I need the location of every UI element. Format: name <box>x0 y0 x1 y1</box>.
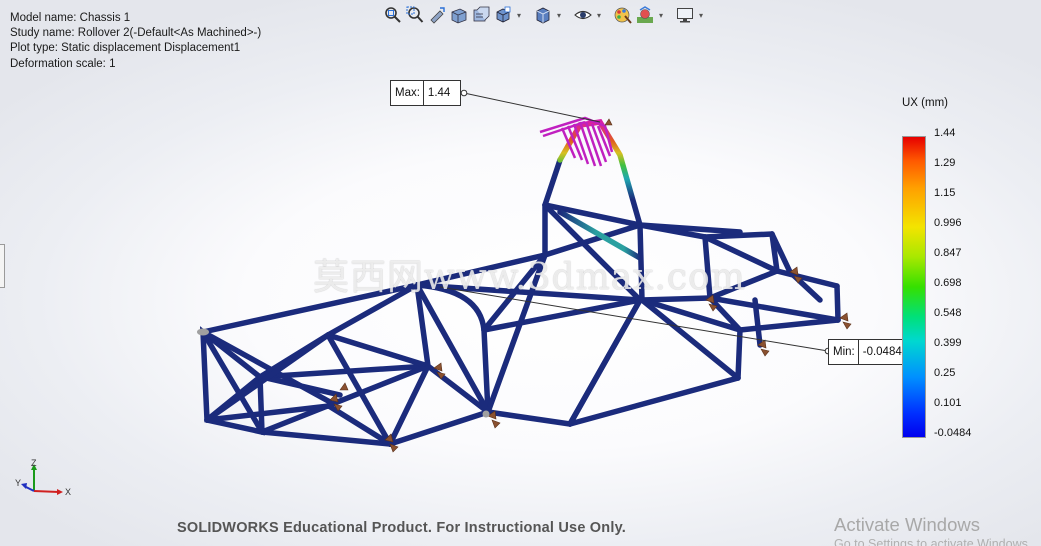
max-value: 1.44 <box>427 87 451 99</box>
legend-title: UX (mm) <box>902 97 948 109</box>
legend-tick: 0.101 <box>934 397 962 409</box>
max-label: Max: <box>391 81 424 105</box>
min-label: Min: <box>829 340 859 364</box>
max-displacement-region <box>539 116 614 167</box>
site-watermark: 莫西网www.3dmax.com <box>313 257 746 298</box>
legend-tick: 1.29 <box>934 157 956 169</box>
legend-colorbar[interactable] <box>902 136 926 438</box>
reference-triad-icon: Z X Y <box>15 458 71 497</box>
legend-tick: 1.44 <box>934 127 956 139</box>
max-anchor-dot <box>460 89 468 97</box>
educational-footer: SOLIDWORKS Educational Product. For Inst… <box>177 520 626 536</box>
chassis-tube-frame <box>199 157 841 447</box>
legend-tick: 0.698 <box>934 277 962 289</box>
legend-tick: 0.25 <box>934 367 956 379</box>
max-callout[interactable]: Max: 1.44 <box>390 80 461 106</box>
legend-tick: 1.15 <box>934 187 956 199</box>
legend-tick: 0.996 <box>934 217 962 229</box>
legend-tick: -0.0484 <box>934 427 972 439</box>
legend-tick: 0.399 <box>934 337 962 349</box>
activate-windows-title: Activate Windows <box>834 514 980 535</box>
activate-windows-subtitle: Go to Settings to activate Windows. <box>834 537 1032 546</box>
triad-x-label: X <box>65 487 71 497</box>
legend-tick: 0.847 <box>934 247 962 259</box>
triad-z-label: Z <box>31 458 37 468</box>
triad-y-label: Y <box>15 478 21 488</box>
legend-tick: 0.548 <box>934 307 962 319</box>
